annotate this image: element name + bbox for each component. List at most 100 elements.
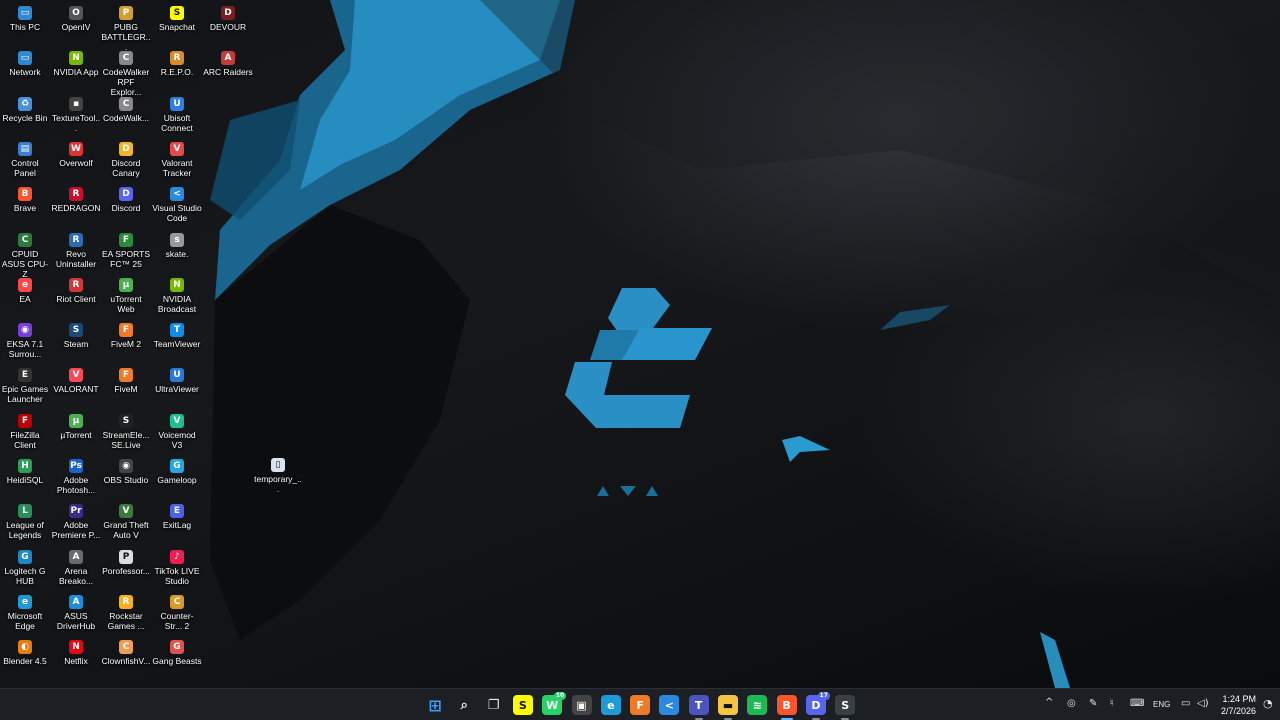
desktop-icon[interactable]: ♪ TikTok LIVE Studio [152, 549, 202, 586]
desktop-icon[interactable]: ♻ Recycle Bin [0, 96, 50, 123]
search-icon[interactable]: ⌕ [454, 695, 474, 715]
desktop-icon[interactable]: A ARC Raiders [203, 51, 253, 77]
desktop-icon[interactable]: A Arena Breako... [51, 549, 101, 586]
desktop-icon[interactable]: N NVIDIA Broadcast [152, 277, 202, 314]
desktop-icon[interactable]: V Valorant Tracker [152, 141, 202, 178]
desktop-icon[interactable]: V Voicemod V3 [152, 413, 202, 450]
pen-icon[interactable]: ✎ [1089, 698, 1097, 709]
desktop-icon[interactable]: ◉ OBS Studio [101, 459, 151, 485]
desktop-icon-label: ExitLag [162, 520, 192, 531]
desktop-icon[interactable]: R Rockstar Games ... [101, 594, 151, 631]
desktop-icon[interactable]: D Discord Canary [101, 141, 151, 178]
desktop-icon[interactable]: T TeamViewer [152, 323, 202, 349]
desktop-icon[interactable]: C CPUID ASUS CPU-Z [0, 232, 50, 279]
desktop-icon[interactable]: ▪ TextureTool... [51, 96, 101, 133]
desktop-icon[interactable]: D DEVOUR [203, 6, 253, 32]
desktop-icon[interactable]: C CodeWalker RPF Explor... [101, 51, 151, 97]
start-icon[interactable]: ⊞ [425, 695, 445, 715]
desktop-icon[interactable]: C ClownfishV... [101, 640, 151, 666]
desktop-icon[interactable]: E ExitLag [152, 504, 202, 530]
app-icon: Pr [69, 504, 83, 519]
microphone-icon[interactable]: ♮ [1110, 698, 1114, 709]
desktop-icon[interactable]: ▭ Network [0, 51, 50, 77]
desktop-icon[interactable]: ◉ EKSA 7.1 Surrou... [0, 323, 50, 359]
desktop-icon[interactable]: R Revo Uninstaller [51, 232, 101, 269]
app-icon: S [119, 413, 133, 428]
network-icon[interactable]: ▭ [1181, 698, 1190, 709]
desktop-icon-label: Arena Breako... [58, 565, 94, 586]
desktop-icon[interactable]: R Riot Client [51, 277, 101, 304]
desktop-icon-label: TikTok LIVE Studio [154, 565, 200, 586]
desktop-icon[interactable]: N Netflix [51, 640, 101, 666]
desktop-icon[interactable]: U Ubisoft Connect [152, 96, 202, 133]
desktop-icon[interactable]: < Visual Studio Code [152, 187, 202, 223]
file-explorer-icon[interactable]: ▬ [718, 695, 738, 715]
desktop-icon[interactable]: G Logitech G HUB [0, 549, 50, 586]
app-icon: L [18, 504, 32, 519]
desktop-icon[interactable]: D Discord [101, 187, 151, 213]
desktop-icon[interactable]: S Steam [51, 323, 101, 349]
fivem-icon[interactable]: F [630, 695, 651, 715]
desktop-icon[interactable]: E Epic Games Launcher [0, 368, 50, 404]
desktop-icon-label: EA SPORTS FC™ 25 [101, 248, 151, 269]
desktop-icon[interactable]: e EA [0, 277, 50, 304]
desktop-icon[interactable]: F EA SPORTS FC™ 25 [101, 232, 151, 269]
desktop-icon[interactable]: P Porofessor... [101, 549, 151, 576]
teams-icon[interactable]: T [688, 695, 709, 715]
desktop-icon[interactable]: S Snapchat [152, 6, 202, 32]
desktop-icon[interactable]: N NVIDIA App [51, 51, 101, 77]
desktop-icon[interactable]: R REDRAGON [51, 187, 101, 213]
steam-icon[interactable]: S [835, 695, 856, 715]
tray-overflow-chevron-icon[interactable]: ^ [1045, 697, 1053, 708]
keyboard-icon[interactable]: ⌨ [1130, 698, 1144, 709]
volume-icon[interactable]: ◁) [1197, 698, 1209, 709]
notification-badge: 17 [817, 692, 830, 700]
desktop-icon[interactable]: A ASUS DriverHub [51, 594, 101, 631]
discord-icon[interactable]: D 17 [805, 692, 830, 715]
desktop-icon[interactable]: F FiveM [101, 368, 151, 394]
desktop-icon[interactable]: G Gameloop [152, 459, 202, 485]
desktop-icon[interactable]: L League of Legends [0, 504, 50, 540]
desktop-icon[interactable]: ▯ temporary_... [253, 458, 303, 494]
app-icon: C [119, 51, 133, 66]
store-icon[interactable]: ▣ [571, 695, 592, 715]
desktop-icon[interactable]: H HeidiSQL [0, 459, 50, 485]
desktop-icon[interactable]: ▤ Control Panel [0, 141, 50, 178]
snapchat-icon[interactable]: S [512, 695, 533, 715]
desktop-icon[interactable]: ◐ Blender 4.5 [0, 640, 50, 666]
desktop-icon[interactable]: O OpenIV [51, 6, 101, 32]
vscode-icon[interactable]: < [659, 695, 680, 715]
desktop-icon[interactable]: C CodeWalk... [101, 96, 151, 123]
clock[interactable]: 1:24 PM 2/7/2026 [1221, 693, 1256, 717]
desktop-icon[interactable]: V Grand Theft Auto V [101, 504, 151, 540]
desktop-icon[interactable]: ▭ This PC [0, 6, 50, 32]
desktop-icon[interactable]: F FileZilla Client [0, 413, 50, 450]
desktop-icon[interactable]: µ uTorrent Web [101, 277, 151, 314]
desktop-icon[interactable]: Pr Adobe Premiere P... [51, 504, 101, 540]
desktop-icon[interactable]: V VALORANT [51, 368, 101, 394]
desktop-icon[interactable]: B Brave [0, 187, 50, 213]
desktop-icon[interactable]: C Counter-Str... 2 [152, 594, 202, 631]
desktop-icon[interactable]: U UltraViewer [152, 368, 202, 394]
edge-icon[interactable]: e [600, 695, 621, 715]
desktop-icon[interactable]: e Microsoft Edge [0, 594, 50, 631]
spotify-icon[interactable]: ≋ [747, 695, 768, 715]
desktop-icon[interactable]: G Gang Beasts [152, 640, 202, 666]
language-indicator[interactable]: ENG [1153, 700, 1170, 709]
desktop-icon[interactable]: P PUBG BATTLEGR... [101, 6, 151, 52]
app-icon: B [18, 187, 32, 202]
desktop-icon[interactable]: s skate. [152, 232, 202, 259]
brave-icon[interactable]: B [776, 695, 797, 715]
desktop-icon[interactable]: S StreamEle... SE.Live [101, 413, 151, 450]
desktop-icon[interactable]: W Overwolf [51, 141, 101, 168]
task-view-icon[interactable]: ❐ [484, 695, 504, 715]
desktop-icon[interactable]: µ µTorrent [51, 413, 101, 440]
app-icon: U [170, 96, 184, 111]
app-icon: N [69, 640, 83, 655]
notification-bell-icon[interactable]: ◔ [1263, 697, 1273, 710]
desktop-icon[interactable]: F FiveM 2 [101, 323, 151, 349]
whatsapp-icon[interactable]: W 10 [542, 692, 567, 715]
desktop-icon[interactable]: Ps Adobe Photosh... [51, 459, 101, 495]
headset-icon[interactable]: ◎ [1067, 698, 1076, 709]
desktop-icon[interactable]: R R.E.P.O. [152, 51, 202, 77]
